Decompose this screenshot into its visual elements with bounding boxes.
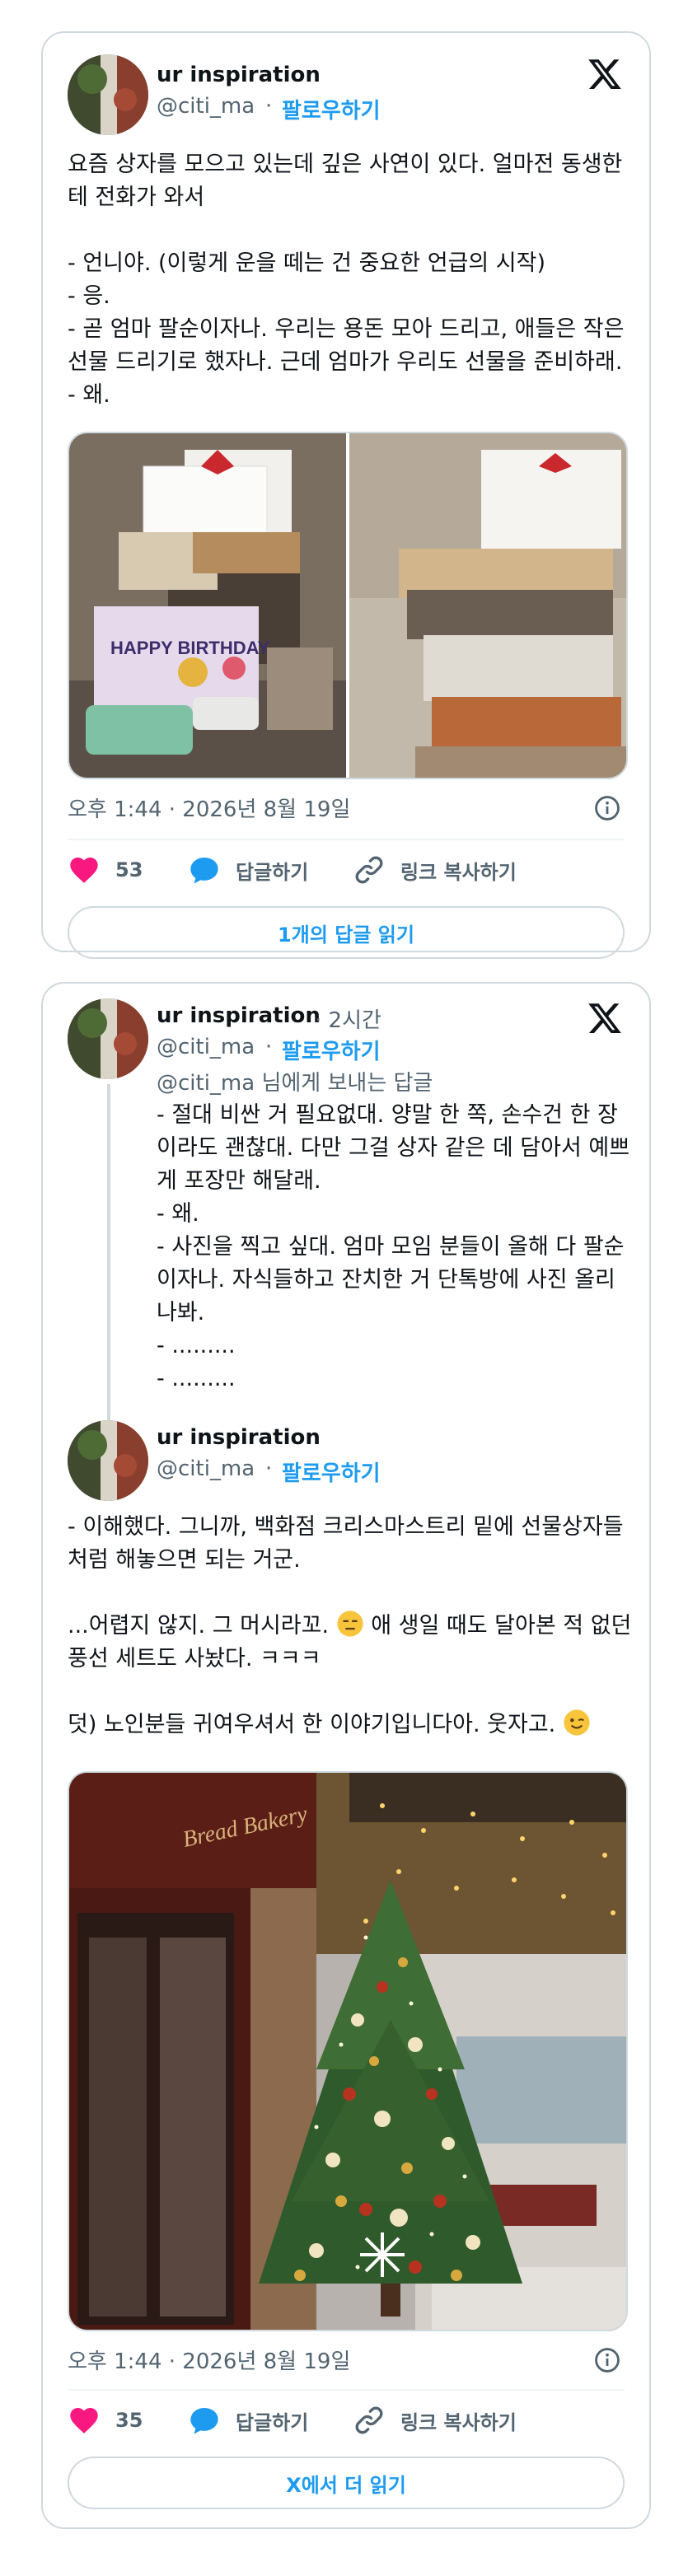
divider xyxy=(68,2389,625,2391)
thread-line xyxy=(107,1084,110,1430)
separator-dot: · xyxy=(265,94,273,119)
like-button[interactable]: 53 xyxy=(68,853,143,886)
reply-bubble-icon xyxy=(190,858,218,884)
avatar[interactable] xyxy=(68,1420,148,1501)
tweet-text: 요즘 상자를 모으고 있는데 깊은 사연이 있다. 얼마전 동생한테 전화가 와… xyxy=(68,152,625,408)
separator-dot: · xyxy=(265,1456,273,1481)
like-count: 53 xyxy=(115,858,143,881)
gift-boxes-photo: HAPPY BIRTHDAY xyxy=(69,433,626,778)
tweet-media[interactable]: Bread Bakery xyxy=(68,1771,628,2331)
avatar[interactable] xyxy=(68,998,148,1079)
heart-icon xyxy=(70,2408,98,2433)
heart-icon xyxy=(70,858,98,883)
author-name[interactable]: ur inspiration xyxy=(157,1425,321,1450)
time-ago[interactable]: · 2시간 xyxy=(315,1003,381,1034)
replying-to[interactable]: @citi_ma 님에게 보내는 답글 xyxy=(157,1066,433,1096)
info-icon[interactable] xyxy=(593,2346,621,2374)
reply-label: 답글하기 xyxy=(236,860,309,884)
follow-link[interactable]: 팔로우하기 xyxy=(282,94,381,124)
tweet-text-p3: 덧) 노인분들 귀여우셔서 한 이야기입니다아. 웃자고. xyxy=(68,1709,636,1741)
tweet-timestamp[interactable]: 오후 1:44 · 2026년 8월 19일 xyxy=(68,792,350,823)
reply-bubble-icon xyxy=(190,2408,218,2434)
copy-link-label: 링크 복사하기 xyxy=(400,2410,517,2434)
tweet-card-2[interactable]: ur inspiration · 2시간 @citi_ma · 팔로우하기 @c… xyxy=(41,982,651,2529)
reply-button[interactable]: 답글하기 xyxy=(188,2404,308,2437)
avatar[interactable] xyxy=(68,54,148,135)
like-button[interactable]: 35 xyxy=(68,2404,143,2437)
follow-link[interactable]: 팔로우하기 xyxy=(282,1456,381,1487)
copy-link-button[interactable]: 링크 복사하기 xyxy=(353,2404,517,2437)
tweet-text-p2: ...어렵지 않지. 그 머시라꼬. 애 생일 때도 달아본 적 없던 풍선 세… xyxy=(68,1610,636,1676)
divider xyxy=(68,839,625,840)
birthday-sign-text: HAPPY BIRTHDAY xyxy=(110,638,269,658)
like-count: 35 xyxy=(115,2409,143,2432)
separator-dot: · xyxy=(265,1035,273,1059)
tweet-text-p3-text: 덧) 노인분들 귀여우셔서 한 이야기입니다아. 웃자고. xyxy=(68,1712,556,1737)
x-logo-icon[interactable] xyxy=(587,1000,623,1036)
tweet-card-1[interactable]: ur inspiration @citi_ma · 팔로우하기 요즘 상자를 모… xyxy=(41,31,651,959)
read-more-on-x-button[interactable]: X에서 더 읽기 xyxy=(68,2457,625,2509)
author-handle[interactable]: @citi_ma xyxy=(157,1035,255,1059)
tweet-text-p2a: ...어렵지 않지. 그 머시라꼬. xyxy=(68,1613,330,1639)
author-name[interactable]: ur inspiration xyxy=(157,1003,321,1028)
author-handle[interactable]: @citi_ma xyxy=(157,94,255,119)
tweet-timestamp[interactable]: 오후 1:44 · 2026년 8월 19일 xyxy=(68,2345,350,2375)
x-logo-icon[interactable] xyxy=(587,56,623,92)
wink-emoji-icon xyxy=(563,1709,591,1737)
reply-text: - 절대 비싼 거 필요없대. 양말 한 쪽, 손수건 한 장이라도 괜찮대. … xyxy=(157,1102,630,1391)
tweet-text-p1: - 이해했다. 그니까, 백화점 크리스마스트리 밑에 선물상자들처럼 해놓으면… xyxy=(68,1514,624,1573)
snowflake-ornament-icon xyxy=(360,2232,405,2277)
read-replies-button[interactable]: 1개의 답글 읽기 xyxy=(68,906,625,959)
expressionless-emoji-icon xyxy=(336,1610,364,1638)
copy-link-button[interactable]: 링크 복사하기 xyxy=(353,853,517,886)
christmas-tree-photo: Bread Bakery xyxy=(69,1773,626,2330)
info-icon[interactable] xyxy=(593,794,621,822)
link-icon xyxy=(355,856,383,884)
follow-link[interactable]: 팔로우하기 xyxy=(282,1035,381,1065)
tweet-media[interactable]: HAPPY BIRTHDAY xyxy=(68,432,628,779)
link-icon xyxy=(355,2406,383,2434)
author-handle[interactable]: @citi_ma xyxy=(157,1456,255,1481)
reply-button[interactable]: 답글하기 xyxy=(188,853,308,886)
copy-link-label: 링크 복사하기 xyxy=(400,860,517,884)
author-name[interactable]: ur inspiration xyxy=(157,63,321,87)
reply-label: 답글하기 xyxy=(236,2410,309,2434)
